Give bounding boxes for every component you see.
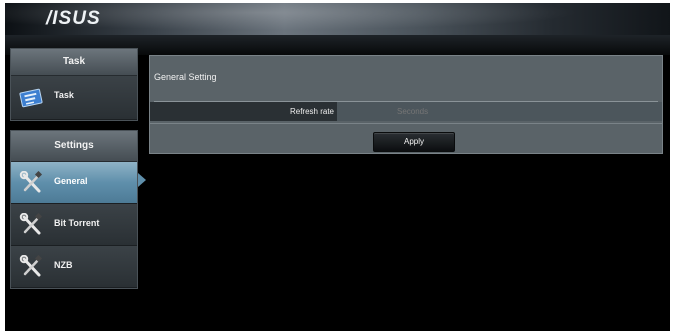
sidebar-item-label: General: [54, 176, 88, 186]
sidebar-item-general[interactable]: General: [11, 162, 137, 204]
wrench-screwdriver-icon: [19, 212, 45, 237]
apply-button[interactable]: Apply: [373, 132, 455, 152]
header-bar: /ISUS: [5, 3, 670, 35]
task-list-icon: [19, 85, 45, 109]
wrench-screwdriver-icon: [19, 254, 45, 279]
refresh-rate-label: Refresh rate: [289, 107, 334, 116]
refresh-rate-input[interactable]: [397, 102, 497, 121]
apply-row: Apply: [150, 123, 662, 154]
refresh-rate-cell: [337, 102, 662, 121]
sidebar-item-label: Bit Torrent: [54, 218, 100, 228]
section-title: General Setting: [154, 72, 217, 82]
sidebar-item-label: Task: [54, 90, 74, 100]
sidebar-item-task[interactable]: Task: [11, 76, 137, 120]
settings-panel: Settings General Bit Torrent NZB: [10, 130, 138, 289]
general-setting-panel: General Setting Refresh rate Apply: [149, 55, 663, 154]
task-panel: Task Task: [10, 48, 138, 121]
refresh-rate-row: Refresh rate: [150, 102, 662, 121]
sidebar-item-label: NZB: [54, 260, 73, 270]
settings-panel-title: Settings: [11, 131, 137, 162]
sidebar-item-nzb[interactable]: NZB: [11, 246, 137, 288]
sidebar-item-bit-torrent[interactable]: Bit Torrent: [11, 204, 137, 246]
active-item-pointer: [138, 173, 146, 187]
task-panel-title: Task: [11, 49, 137, 76]
wrench-screwdriver-icon: [19, 170, 45, 195]
app-frame: /ISUS Task Task Settings General Bit Tor…: [5, 3, 670, 331]
asus-logo: /ISUS: [46, 8, 101, 29]
